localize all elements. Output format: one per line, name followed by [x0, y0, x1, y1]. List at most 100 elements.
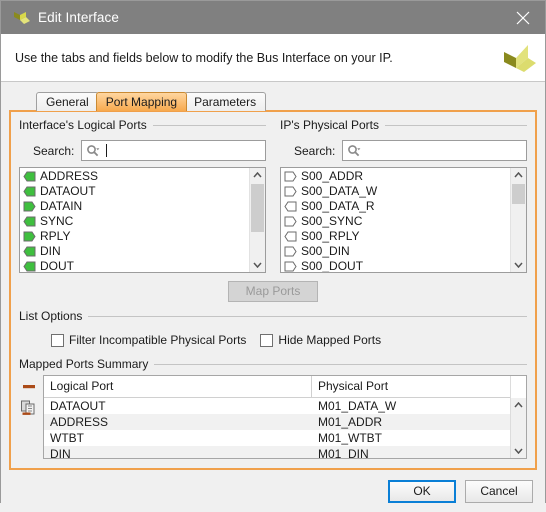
list-options-group-title: List Options	[19, 309, 527, 323]
mapped-ports-toolbar	[19, 375, 43, 459]
checkbox-box[interactable]	[260, 333, 274, 347]
hide-mapped-checkbox[interactable]: Hide Mapped Ports	[260, 333, 381, 347]
ok-button[interactable]: OK	[388, 479, 456, 503]
list-item[interactable]: SYNC	[20, 214, 249, 229]
scroll-track[interactable]	[511, 182, 526, 258]
edit-interface-dialog: Edit Interface Use the tabs and fields b…	[0, 0, 546, 512]
port-out-icon	[284, 171, 297, 182]
text-caret	[106, 144, 108, 157]
scroll-down-icon[interactable]	[514, 258, 523, 272]
scroll-thumb[interactable]	[511, 412, 526, 429]
physical-ports-column: IP's Physical Ports Search: S00_ADDR S00…	[280, 118, 527, 273]
table-row[interactable]: DATAOUT M01_DATA_W	[44, 398, 510, 414]
port-out-icon	[284, 261, 297, 272]
list-item-label: S00_DIN	[301, 244, 350, 258]
list-item-label: S00_DOUT	[301, 259, 364, 272]
port-in-icon	[23, 171, 36, 182]
port-out-icon	[23, 231, 36, 242]
list-item[interactable]: S00_DOUT	[281, 259, 510, 272]
close-icon[interactable]	[503, 1, 543, 34]
scroll-thumb[interactable]	[512, 184, 525, 204]
list-item-label: DATAIN	[40, 199, 83, 213]
tab-general-label: General	[46, 95, 89, 109]
port-out-icon	[23, 201, 36, 212]
scrollbar-header-pad	[511, 376, 526, 398]
tab-general[interactable]: General	[36, 92, 99, 111]
cancel-button-label: Cancel	[480, 483, 518, 498]
scroll-up-icon[interactable]	[514, 398, 523, 412]
port-in-icon	[23, 261, 36, 272]
list-item[interactable]: S00_RPLY	[281, 229, 510, 244]
mapped-ports-scrollbar[interactable]	[510, 376, 526, 458]
window-title: Edit Interface	[38, 10, 119, 25]
table-row[interactable]: WTBT M01_WTBT	[44, 430, 510, 446]
list-options-title-label: List Options	[19, 309, 83, 323]
scroll-track[interactable]	[250, 182, 265, 258]
list-item[interactable]: DIN	[20, 244, 249, 259]
logical-ports-items: ADDRESS DATAOUT DATAIN SYNC RPLY DIN DOU…	[20, 168, 249, 272]
list-item-label: RPLY	[40, 229, 71, 243]
scroll-down-icon[interactable]	[514, 444, 523, 458]
physical-search-label: Search:	[294, 143, 336, 158]
search-icon	[86, 144, 100, 158]
list-item[interactable]: S00_SYNC	[281, 214, 510, 229]
physical-ports-listbox[interactable]: S00_ADDR S00_DATA_W S00_DATA_R S00_SYNC …	[280, 167, 527, 273]
port-in-icon	[284, 201, 297, 212]
list-item[interactable]: DATAOUT	[20, 184, 249, 199]
tab-port-mapping[interactable]: Port Mapping	[95, 92, 188, 111]
checkbox-box[interactable]	[51, 333, 64, 347]
cell-physical-port: M01_DIN	[318, 447, 369, 458]
scroll-down-icon[interactable]	[253, 258, 262, 272]
column-header-logical-port[interactable]: Logical Port	[44, 376, 312, 397]
port-in-icon	[23, 246, 36, 257]
list-item[interactable]: S00_DATA_W	[281, 184, 510, 199]
list-item[interactable]: ADDRESS	[20, 169, 249, 184]
mapped-summary-group-title: Mapped Ports Summary	[19, 357, 527, 371]
list-options-checkboxes: Filter Incompatible Physical Ports Hide …	[19, 327, 527, 351]
divider	[154, 363, 527, 365]
scroll-up-icon[interactable]	[253, 168, 262, 182]
list-item-label: ADDRESS	[40, 169, 99, 183]
list-item[interactable]: S00_ADDR	[281, 169, 510, 184]
map-ports-button[interactable]: Map Ports	[228, 281, 318, 302]
logical-ports-listbox[interactable]: ADDRESS DATAOUT DATAIN SYNC RPLY DIN DOU…	[19, 167, 266, 273]
mapped-ports-table[interactable]: Logical Port Physical Port DATAOUT M01_D…	[43, 375, 527, 459]
physical-ports-scrollbar[interactable]	[510, 168, 526, 272]
title-bar: Edit Interface	[1, 1, 545, 34]
physical-ports-group-title: IP's Physical Ports	[280, 118, 527, 132]
logical-search-input[interactable]	[81, 140, 266, 161]
physical-ports-title-label: IP's Physical Ports	[280, 118, 379, 132]
cell-physical-port: M01_ADDR	[318, 415, 383, 429]
tab-strip: General Port Mapping Parameters	[9, 91, 537, 111]
list-item-label: S00_SYNC	[301, 214, 363, 228]
logical-ports-group-title: Interface's Logical Ports	[19, 118, 266, 132]
list-item[interactable]: DATAIN	[20, 199, 249, 214]
list-item[interactable]: DOUT	[20, 259, 249, 272]
table-row[interactable]: DIN M01_DIN	[44, 446, 510, 458]
port-in-icon	[23, 216, 36, 227]
tab-parameters[interactable]: Parameters	[184, 92, 267, 111]
filter-incompatible-checkbox[interactable]: Filter Incompatible Physical Ports	[51, 333, 246, 347]
column-header-physical-port[interactable]: Physical Port	[312, 376, 510, 397]
scroll-up-icon[interactable]	[514, 168, 523, 182]
list-item-label: DATAOUT	[40, 184, 96, 198]
scroll-track[interactable]	[511, 412, 526, 444]
mapped-ports-table-main: Logical Port Physical Port DATAOUT M01_D…	[44, 376, 510, 458]
table-row[interactable]: ADDRESS M01_ADDR	[44, 414, 510, 430]
remove-mapping-icon[interactable]	[19, 377, 39, 397]
logical-ports-scrollbar[interactable]	[249, 168, 265, 272]
copy-mapping-icon[interactable]	[19, 398, 39, 418]
list-item[interactable]: RPLY	[20, 229, 249, 244]
cancel-button[interactable]: Cancel	[465, 479, 533, 503]
physical-search-input[interactable]	[342, 140, 527, 161]
list-item-label: S00_DATA_R	[301, 199, 375, 213]
tab-parameters-label: Parameters	[194, 95, 257, 109]
table-header-row: Logical Port Physical Port	[44, 376, 510, 398]
list-item-label: SYNC	[40, 214, 74, 228]
list-item-label: DIN	[40, 244, 61, 258]
list-item[interactable]: S00_DATA_R	[281, 199, 510, 214]
list-item[interactable]: S00_DIN	[281, 244, 510, 259]
divider	[88, 315, 527, 317]
scroll-thumb[interactable]	[251, 184, 264, 232]
list-item-label: S00_DATA_W	[301, 184, 378, 198]
